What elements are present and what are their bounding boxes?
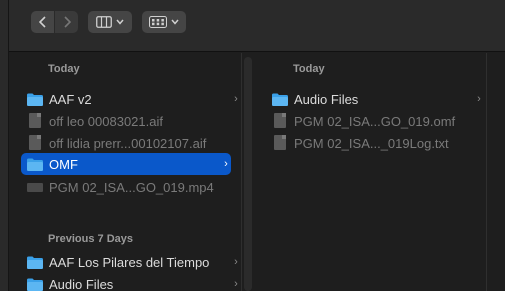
list-item-pgm-mp4[interactable]: PGM 02_ISA...GO_019.mp4 [27, 176, 241, 198]
chevron-left-icon [38, 16, 46, 28]
column-2: Today Audio Files › PGM 02_ISA...GO_019.… [256, 53, 486, 291]
document-icon [27, 135, 43, 151]
view-mode-button[interactable] [88, 11, 132, 33]
chevron-down-icon [171, 19, 179, 25]
list-item-audio-files[interactable]: Audio Files › [272, 88, 484, 110]
section-header-today: Today [293, 63, 325, 75]
grid-group-icon [149, 16, 167, 28]
chevron-right-icon: › [234, 93, 238, 105]
back-button[interactable] [31, 11, 54, 33]
list-item-off-lidia[interactable]: off lidia prerr...00102107.aif [27, 132, 241, 154]
list-item-aaf-v2[interactable]: AAF v2 › [27, 88, 241, 110]
nav-button-group [31, 11, 78, 33]
list-item-aaf-los-pilares[interactable]: AAF Los Pilares del Tiempo › [27, 251, 241, 273]
column-1: Today AAF v2 › off leo 00083021.aif off … [13, 53, 241, 291]
chevron-right-icon: › [224, 158, 228, 170]
document-icon [272, 113, 288, 129]
document-icon [27, 113, 43, 129]
folder-icon [27, 276, 43, 291]
columns-view-icon [96, 16, 112, 28]
forward-button[interactable] [55, 11, 78, 33]
folder-icon [27, 156, 43, 172]
chevron-right-icon: › [234, 256, 238, 268]
list-item-audio-files[interactable]: Audio Files › [27, 273, 241, 291]
section-header-previous-7-days: Previous 7 Days [48, 233, 133, 245]
list-item-pgm-omf[interactable]: PGM 02_ISA...GO_019.omf [272, 110, 484, 132]
chevron-right-icon: › [234, 278, 238, 290]
folder-icon [27, 254, 43, 270]
list-item-omf[interactable]: OMF › [21, 153, 231, 175]
chevron-right-icon: › [477, 93, 481, 105]
list-item-pgm-log[interactable]: PGM 02_ISA..._019Log.txt [272, 132, 484, 154]
chevron-right-icon [63, 16, 71, 28]
column-divider[interactable] [486, 53, 487, 291]
list-item-off-leo[interactable]: off leo 00083021.aif [27, 110, 241, 132]
chevron-down-icon [116, 19, 124, 25]
group-button[interactable] [142, 11, 186, 33]
section-header-today: Today [48, 63, 80, 75]
scrollbar-track[interactable] [244, 57, 252, 291]
column-divider[interactable] [241, 53, 255, 291]
document-icon [272, 135, 288, 151]
toolbar [0, 0, 505, 52]
video-file-icon [27, 179, 43, 195]
window-edge [0, 0, 9, 291]
folder-icon [27, 91, 43, 107]
folder-icon [272, 91, 288, 107]
